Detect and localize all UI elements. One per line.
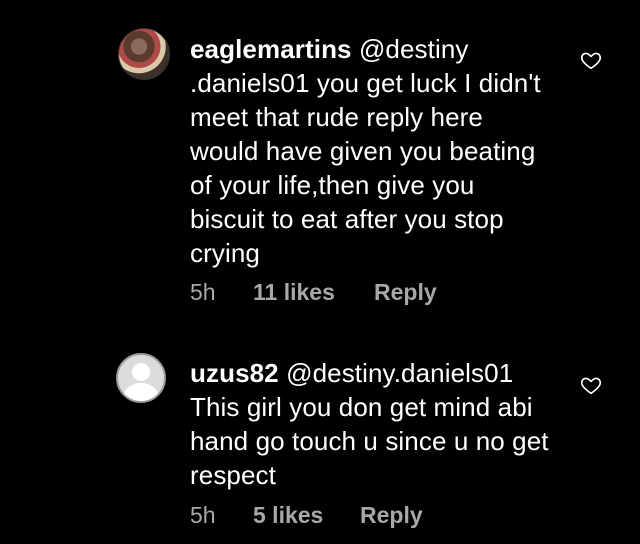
comment-text: eaglemartins @destiny .daniels01 you get… (190, 32, 550, 270)
reply-button[interactable]: Reply (360, 502, 423, 529)
comment-item: eaglemartins @destiny .daniels01 you get… (0, 0, 640, 320)
default-avatar-head (132, 363, 150, 381)
comment-time: 5h (190, 502, 216, 528)
heart-icon[interactable] (580, 374, 602, 396)
comment-likes[interactable]: 11 likes (253, 279, 335, 306)
comment-time: 5h (190, 279, 216, 305)
reply-button[interactable]: Reply (374, 279, 437, 306)
comment-body: @destiny .daniels01 you get luck I didn'… (190, 34, 541, 268)
avatar[interactable] (116, 353, 166, 403)
comment-username[interactable]: uzus82 (190, 358, 279, 388)
comment-text: uzus82 @destiny.daniels01 This girl you … (190, 356, 550, 492)
comment-username[interactable]: eaglemartins (190, 34, 352, 64)
comment-likes[interactable]: 5 likes (253, 502, 323, 529)
avatar[interactable] (118, 28, 170, 80)
comment-item: uzus82 @destiny.daniels01 This girl you … (0, 320, 640, 544)
default-avatar-body (123, 383, 159, 401)
heart-icon[interactable] (580, 49, 602, 71)
